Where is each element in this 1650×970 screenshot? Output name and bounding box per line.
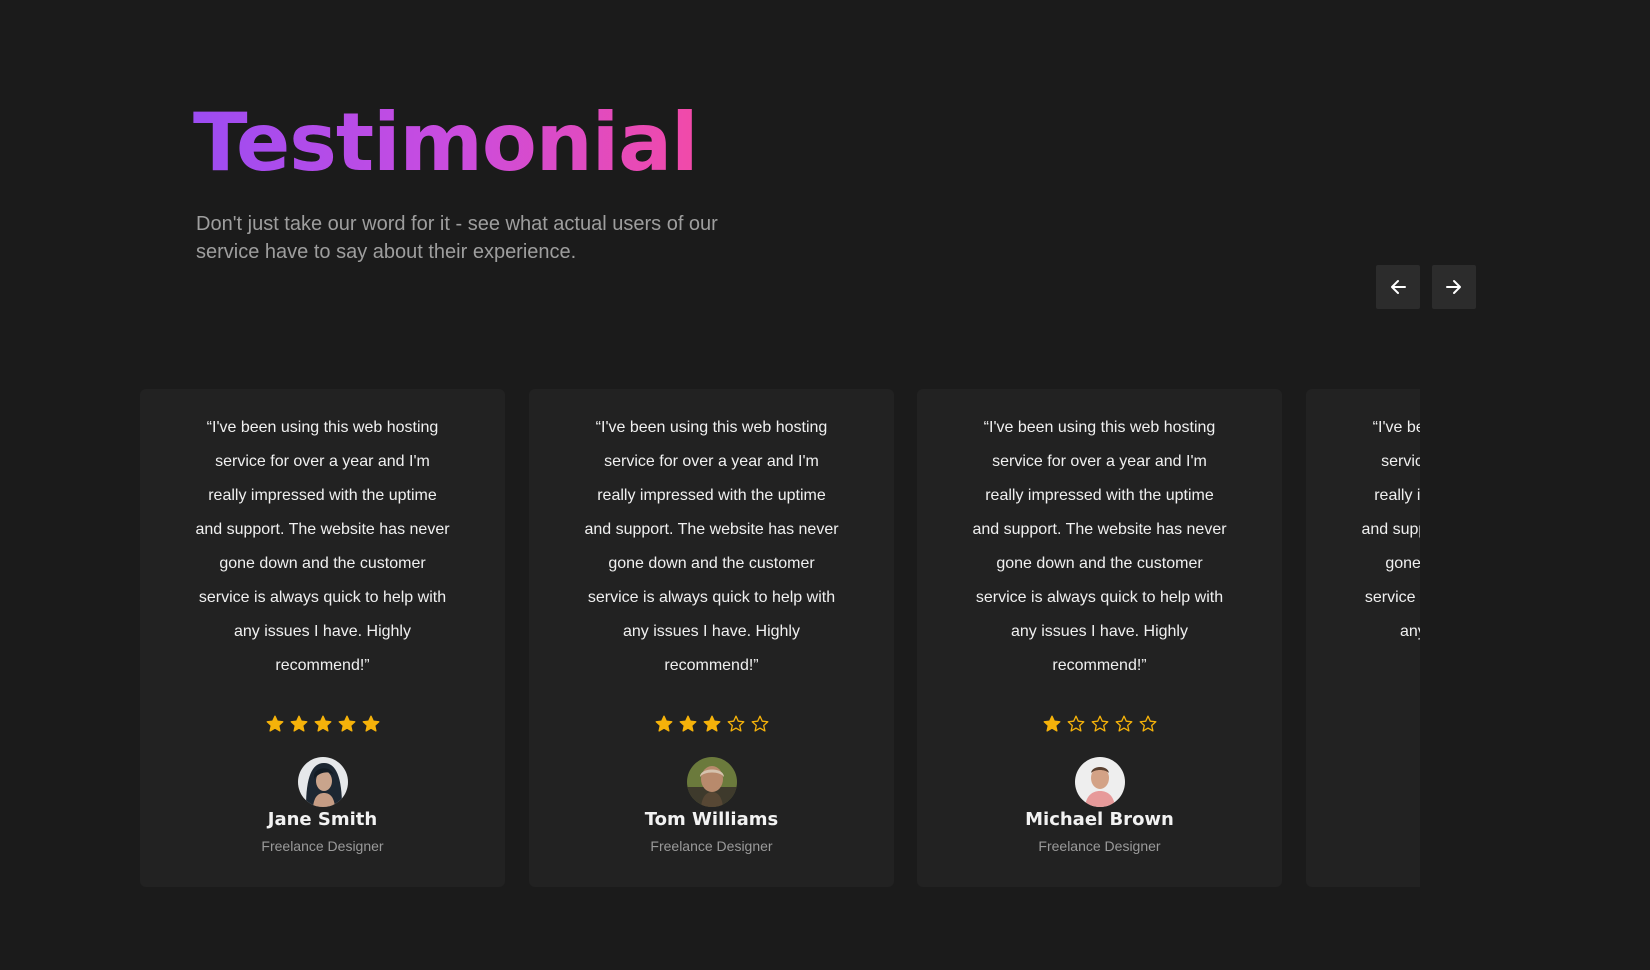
author-name: Michael Brown — [1025, 809, 1174, 830]
testimonial-carousel: “I've been using this web hosting servic… — [140, 389, 1420, 889]
carousel-next-button[interactable] — [1432, 265, 1476, 309]
star-outline-icon — [751, 715, 768, 732]
testimonial-card: “I've been using this web hosting servic… — [529, 389, 894, 887]
testimonial-quote: “I've been using this web hosting servic… — [1361, 419, 1420, 640]
star-outline-icon — [727, 715, 744, 732]
star-filled-icon — [362, 715, 379, 732]
carousel-prev-button[interactable] — [1376, 265, 1420, 309]
author-role: Freelance Designer — [261, 838, 384, 854]
author-name: Jane Smith — [267, 809, 378, 830]
star-filled-icon — [290, 715, 307, 732]
avatar — [686, 757, 737, 807]
section-title: Testimonial — [193, 88, 699, 198]
testimonial-card: “I've been using this web hosting servic… — [917, 389, 1282, 887]
star-filled-icon — [266, 715, 283, 732]
testimonial-quote: “I've been using this web hosting servic… — [584, 419, 839, 674]
star-filled-icon — [679, 715, 696, 732]
star-filled-icon — [703, 715, 720, 732]
testimonial-card: “I've been using this web hosting servic… — [140, 389, 505, 887]
star-filled-icon — [338, 715, 355, 732]
testimonial-quote: “I've been using this web hosting servic… — [195, 419, 450, 674]
author-role: Freelance Designer — [650, 838, 773, 854]
arrow-left-icon — [1391, 280, 1406, 294]
arrow-right-icon — [1446, 280, 1461, 294]
carousel-track: “I've been using this web hosting servic… — [140, 389, 1420, 889]
testimonial-section: Testimonial Don't just take our word for… — [0, 0, 1650, 970]
star-outline-icon — [1139, 715, 1156, 732]
author-name: Tom Williams — [644, 809, 779, 830]
star-outline-icon — [1115, 715, 1132, 732]
star-rating — [529, 715, 894, 733]
testimonial-quote: “I've been using this web hosting servic… — [972, 419, 1227, 674]
star-filled-icon — [1043, 715, 1060, 732]
avatar — [297, 757, 348, 807]
star-rating — [140, 715, 505, 733]
star-filled-icon — [314, 715, 331, 732]
star-rating — [917, 715, 1282, 733]
testimonial-card: “I've been using this web hosting servic… — [1306, 389, 1420, 887]
avatar — [1074, 757, 1125, 807]
star-outline-icon — [1091, 715, 1108, 732]
star-filled-icon — [655, 715, 672, 732]
star-outline-icon — [1067, 715, 1084, 732]
author-role: Freelance Designer — [1038, 838, 1161, 854]
section-subtitle: Don't just take our word for it - see wh… — [196, 213, 718, 263]
